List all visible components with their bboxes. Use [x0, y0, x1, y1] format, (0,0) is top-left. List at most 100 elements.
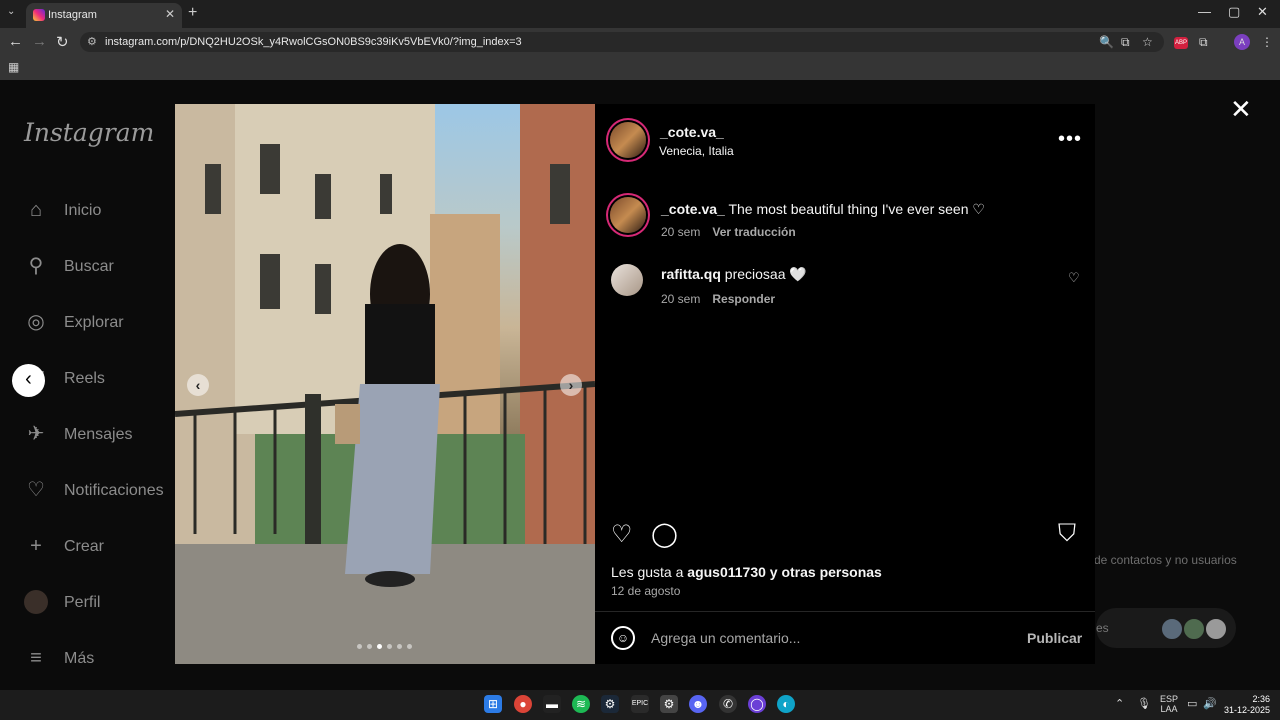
comment-age: 20 sem: [661, 292, 701, 306]
sidebar-item-label: Explorar: [64, 314, 124, 331]
avatar[interactable]: [610, 197, 646, 233]
home-icon: ⌂: [29, 199, 43, 221]
search-icon: ⚲: [28, 255, 44, 277]
tab-search-icon[interactable]: ⌄: [7, 6, 15, 17]
sidebar-item-label: Reels: [64, 370, 105, 387]
likes-prefix: Les gusta a: [611, 564, 684, 580]
likes-summary[interactable]: Les gusta a agus011730 y otras personas: [611, 564, 882, 580]
adblock-icon[interactable]: ABP: [1174, 37, 1188, 49]
reply-link[interactable]: Responder: [712, 292, 775, 306]
site-info-icon[interactable]: ⚙: [87, 35, 97, 48]
comment-meta: 20 sem Responder: [661, 292, 775, 306]
suggestion-text: de contactos y no usuarios: [1094, 553, 1237, 567]
like-icon[interactable]: ♡: [611, 520, 633, 549]
edge-icon[interactable]: ◐: [777, 695, 795, 713]
language-indicator[interactable]: ESP LAA: [1160, 694, 1178, 714]
heart-icon: ♡: [27, 479, 45, 501]
carousel-dot: [387, 644, 392, 649]
likes-user[interactable]: agus011730: [687, 564, 766, 580]
like-comment-icon[interactable]: ♡: [1068, 270, 1080, 286]
post-details-panel: [595, 104, 1095, 664]
language-bottom: LAA: [1160, 704, 1178, 714]
plus-icon: +: [30, 535, 42, 557]
steam-icon[interactable]: ⚙: [601, 695, 619, 713]
app-icon[interactable]: ◯: [748, 695, 766, 713]
carousel-next-button[interactable]: ›: [560, 374, 582, 396]
likes-suffix[interactable]: y otras personas: [770, 564, 882, 580]
epic-games-icon[interactable]: EPIC: [631, 695, 649, 713]
maximize-button[interactable]: ▢: [1228, 4, 1240, 20]
tab-title: Instagram: [48, 9, 97, 21]
clock-time: 2:36: [1252, 694, 1271, 704]
install-app-icon[interactable]: ⧉: [1121, 35, 1130, 50]
zoom-icon[interactable]: 🔍: [1099, 35, 1114, 49]
language-top: ESP: [1160, 694, 1179, 704]
clock-date: 31-12-2025: [1224, 705, 1271, 715]
post-location[interactable]: Venecia, Italia: [659, 144, 734, 158]
mic-icon[interactable]: 🎙: [1137, 697, 1151, 710]
post-author-username[interactable]: _cote.va_: [660, 124, 724, 140]
bookmark-star-icon[interactable]: ☆: [1142, 35, 1153, 49]
sidebar-item-label: Mensajes: [64, 426, 133, 443]
sidebar-item-label: Buscar: [64, 258, 114, 275]
settings-icon[interactable]: ⚙: [660, 695, 678, 713]
translate-link[interactable]: Ver traducción: [712, 225, 795, 239]
compass-icon: ◎: [27, 311, 45, 333]
tab-close-icon[interactable]: ✕: [165, 7, 175, 21]
comment-icon[interactable]: ◯: [651, 520, 678, 549]
spotify-icon[interactable]: ≋: [572, 695, 590, 713]
avatar[interactable]: [610, 122, 646, 158]
carousel-dot-active: [377, 644, 382, 649]
carousel-dot: [357, 644, 362, 649]
emoji-icon[interactable]: ☺: [611, 626, 635, 650]
caption-age: 20 sem: [661, 225, 701, 239]
window-close-button[interactable]: ✕: [1257, 4, 1268, 20]
network-icon[interactable]: ▭: [1187, 697, 1197, 710]
save-bookmark-icon[interactable]: ⛉: [1058, 520, 1076, 548]
comment-username[interactable]: rafitta.qq: [661, 266, 721, 282]
avatar: [1182, 617, 1206, 641]
forward-icon[interactable]: →: [32, 33, 47, 50]
instagram-logo[interactable]: Instagram: [24, 118, 154, 147]
comment-input[interactable]: [651, 628, 1011, 648]
terminal-icon[interactable]: ▬: [543, 695, 561, 713]
publish-button[interactable]: Publicar: [1027, 630, 1082, 646]
browser-menu-icon[interactable]: ⋮: [1261, 35, 1273, 49]
post-image[interactable]: [175, 104, 595, 664]
close-modal-icon[interactable]: ✕: [1230, 94, 1252, 125]
caption-meta: 20 sem Ver traducción: [661, 225, 796, 239]
caption-text: The most beautiful thing I've ever seen …: [728, 201, 985, 217]
messages-pill[interactable]: es: [1096, 608, 1236, 648]
discord-icon[interactable]: ☻: [689, 695, 707, 713]
carousel-prev-button[interactable]: ‹: [187, 374, 209, 396]
avatar: [1160, 617, 1184, 641]
whatsapp-icon[interactable]: ✆: [719, 695, 737, 713]
address-bar[interactable]: ⚙ instagram.com/p/DNQ2HU2OSk_y4RwolCGsON…: [80, 32, 1164, 52]
browser-tab[interactable]: Instagram ✕: [26, 3, 182, 28]
back-icon[interactable]: ←: [8, 33, 23, 50]
extensions-icon[interactable]: ⧉: [1199, 35, 1208, 50]
sidebar-item-label: Inicio: [64, 202, 102, 219]
carousel-dot: [367, 644, 372, 649]
menu-icon: ≡: [30, 647, 42, 669]
post-date: 12 de agosto: [611, 584, 681, 598]
avatar-icon: [24, 590, 48, 614]
url-text[interactable]: instagram.com/p/DNQ2HU2OSk_y4RwolCGsON0B…: [105, 36, 522, 48]
tray-chevron-icon[interactable]: ⌃: [1115, 697, 1124, 710]
new-tab-button[interactable]: +: [188, 4, 197, 22]
minimize-button[interactable]: —: [1198, 4, 1211, 19]
divider: [595, 611, 1095, 612]
start-icon[interactable]: ⊞: [484, 695, 502, 713]
previous-post-button[interactable]: ‹: [12, 364, 45, 397]
reload-icon[interactable]: ↻: [56, 33, 69, 51]
instagram-favicon-icon: [33, 9, 45, 21]
profile-avatar[interactable]: A: [1234, 34, 1250, 50]
carousel-dot: [407, 644, 412, 649]
clock[interactable]: 2:36 31-12-2025: [1224, 694, 1270, 716]
apps-grid-icon[interactable]: ▦: [8, 60, 19, 74]
more-options-icon[interactable]: •••: [1058, 128, 1082, 151]
chrome-icon[interactable]: ●: [514, 695, 532, 713]
caption-username[interactable]: _cote.va_: [661, 201, 725, 217]
volume-icon[interactable]: 🔊: [1203, 697, 1217, 710]
avatar[interactable]: [611, 264, 643, 296]
